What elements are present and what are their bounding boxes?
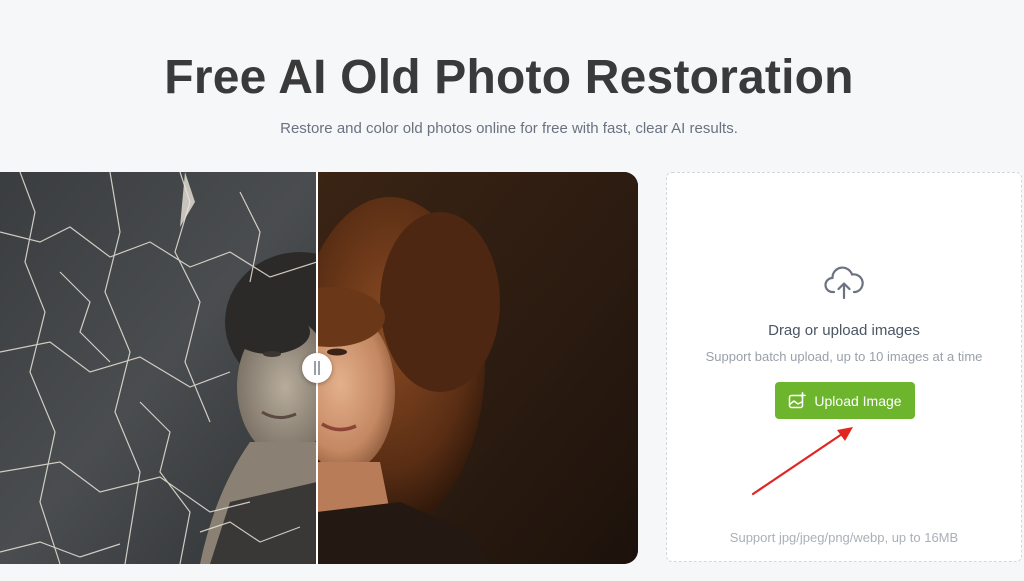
upload-dropzone[interactable]: Drag or upload images Support batch uplo… [666, 172, 1022, 562]
upload-image-button[interactable]: Upload Image [775, 382, 915, 419]
cloud-upload-icon [824, 266, 864, 300]
supported-formats-note: Support jpg/jpeg/png/webp, up to 16MB [729, 530, 959, 545]
page-subtitle: Restore and color old photos online for … [280, 120, 738, 137]
batch-upload-note: Support batch upload, up to 10 images at… [705, 349, 983, 364]
page-title: Free AI Old Photo Restoration [164, 51, 854, 104]
page: Free AI Old Photo Restoration Restore an… [0, 0, 1024, 581]
upload-image-button-label: Upload Image [814, 392, 902, 409]
grip-lines [314, 361, 320, 375]
drag-handle-icon[interactable] [302, 353, 332, 383]
image-add-icon [789, 391, 807, 408]
drag-upload-title: Drag or upload images [768, 322, 920, 339]
before-after-comparison[interactable] [0, 172, 638, 564]
